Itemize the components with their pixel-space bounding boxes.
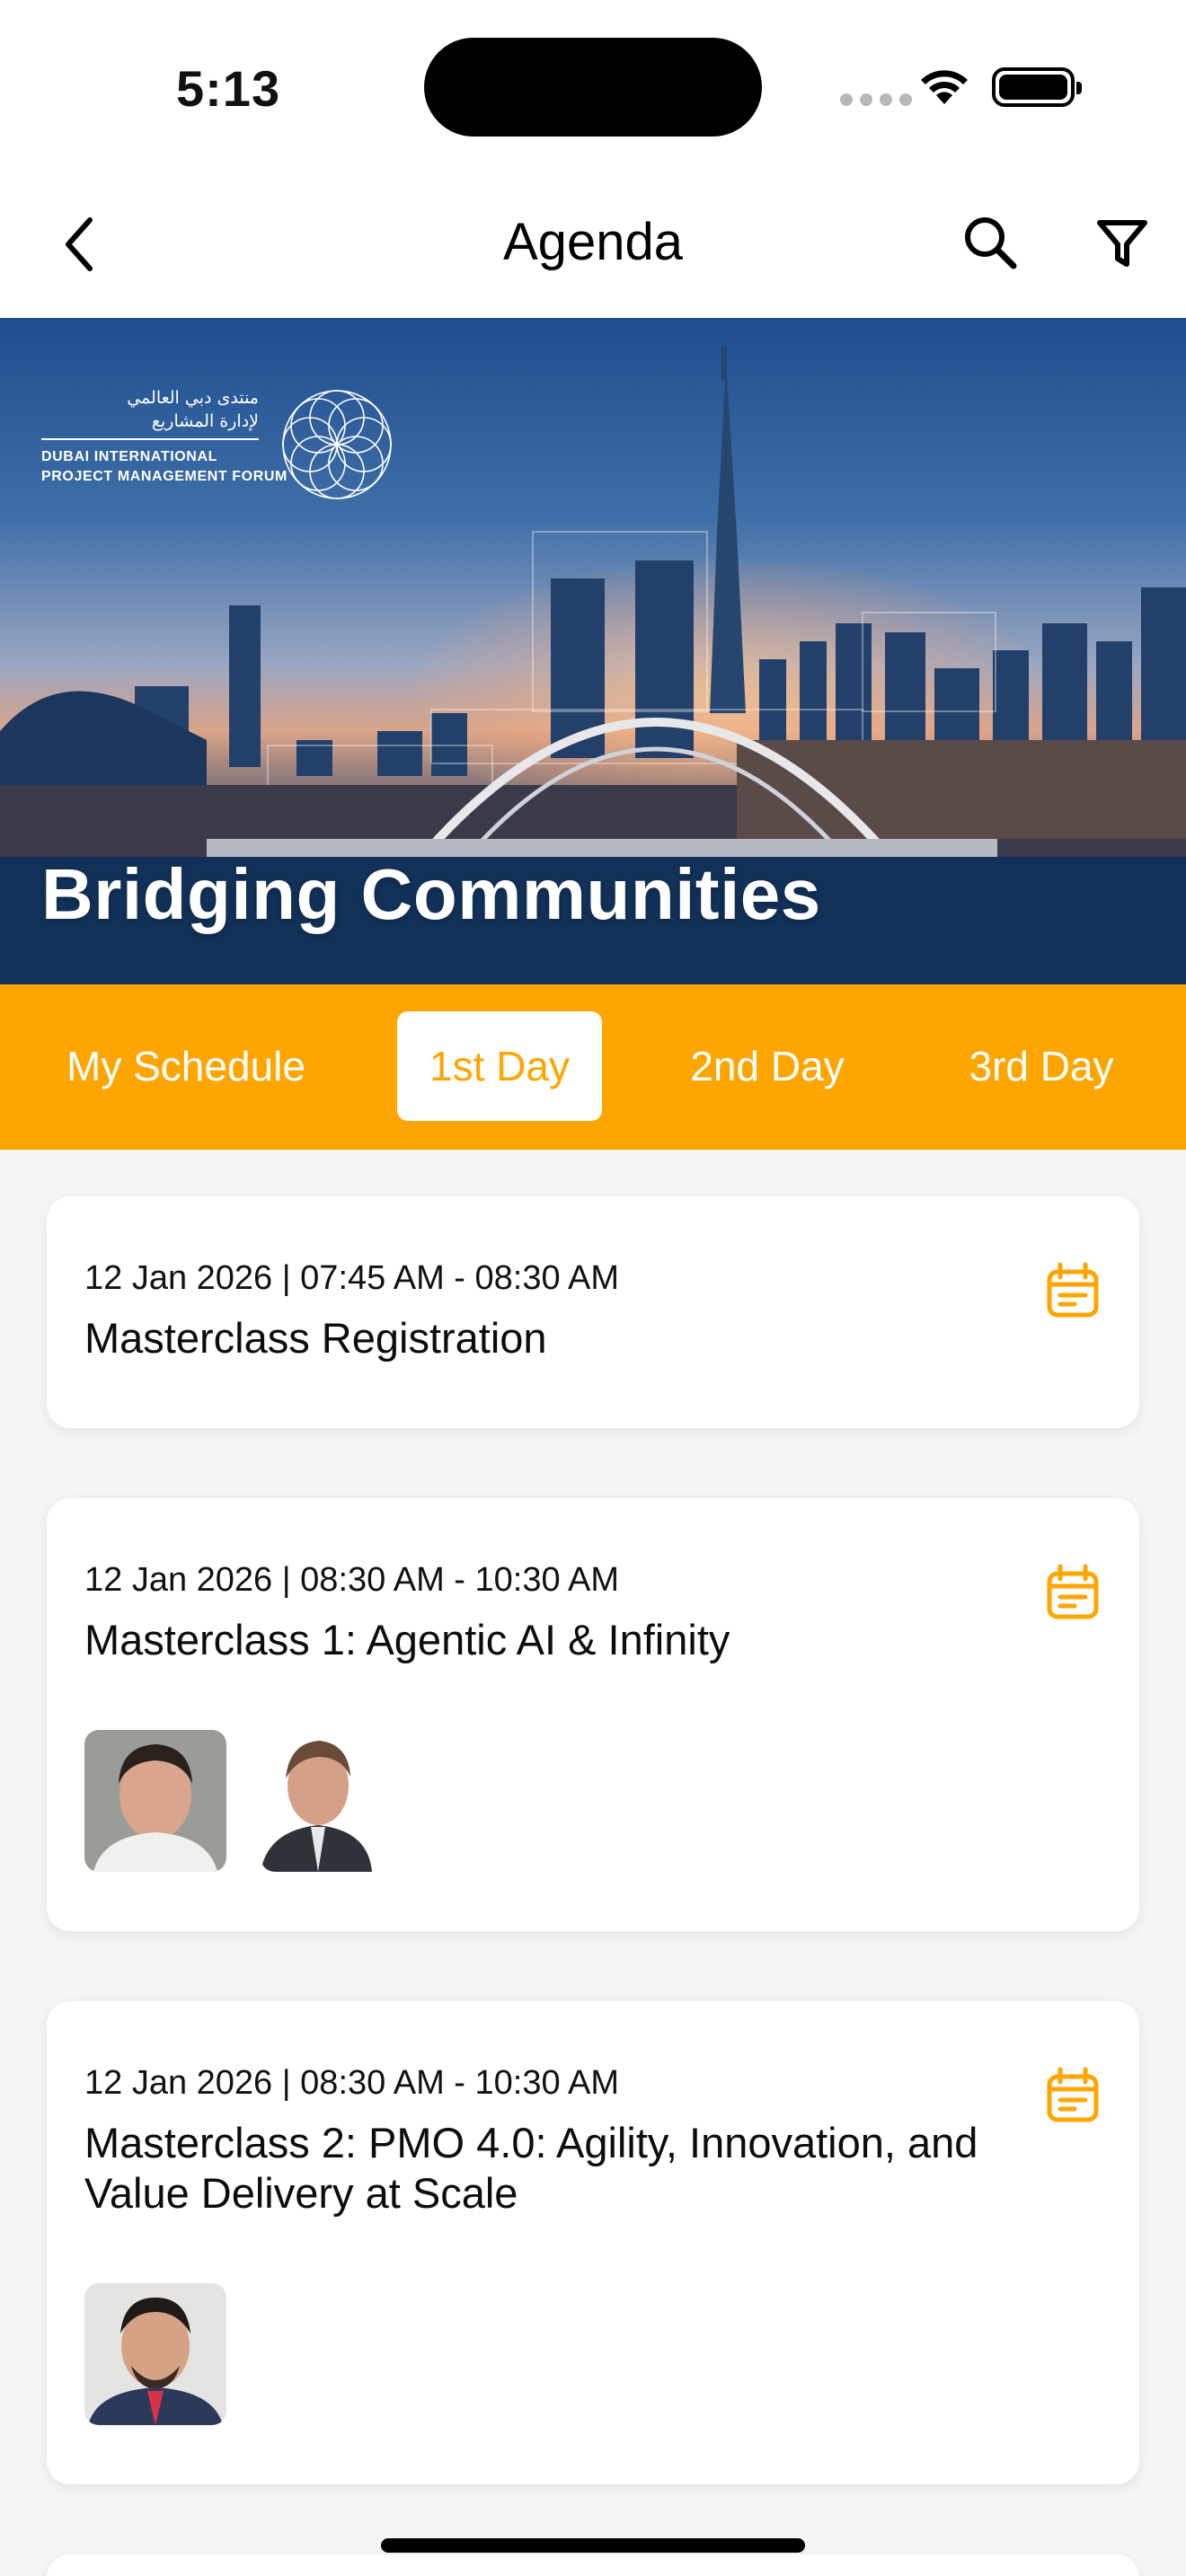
- calendar-icon: [1047, 1262, 1099, 1318]
- speaker-photo[interactable]: [84, 2283, 226, 2425]
- tab-3rd-day[interactable]: 3rd Day: [938, 1011, 1145, 1121]
- calendar-icon: [1047, 2067, 1099, 2122]
- filter-icon: [1097, 220, 1147, 267]
- search-icon: [965, 217, 1017, 269]
- battery-icon: [992, 67, 1082, 107]
- cellular-signal-icon: [840, 93, 912, 106]
- session-time: 12 Jan 2026 | 07:45 AM - 08:30 AM: [84, 1259, 620, 1297]
- day-tab-bar: My Schedule 1st Day 2nd Day 3rd Day: [0, 984, 1186, 1150]
- filter-button[interactable]: [1091, 212, 1154, 275]
- status-time: 5:13: [176, 60, 281, 117]
- logo-arabic-text: منتدى دبي العالمي لإدارة المشاريع: [127, 388, 259, 431]
- add-to-calendar-button[interactable]: [1044, 1563, 1102, 1622]
- tab-my-schedule[interactable]: My Schedule: [40, 1011, 332, 1121]
- session-card[interactable]: 12 Jan 2026 | 08:30 AM - 10:30 AM Master…: [47, 2001, 1139, 2484]
- session-card[interactable]: 12 Jan 2026 | 08:30 AM - 10:30 AM Master…: [47, 1498, 1139, 1931]
- session-card[interactable]: [47, 2554, 1139, 2576]
- logo-english-text: DUBAI INTERNATIONAL PROJECT MANAGEMENT F…: [41, 449, 288, 484]
- banner-title: Bridging Communities: [41, 854, 821, 934]
- tab-1st-day[interactable]: 1st Day: [397, 1011, 602, 1121]
- home-indicator: [381, 2538, 805, 2553]
- dynamic-island: [424, 38, 762, 137]
- session-time: 12 Jan 2026 | 08:30 AM - 10:30 AM: [84, 2064, 620, 2102]
- session-title: Masterclass Registration: [84, 1314, 547, 1362]
- session-time: 12 Jan 2026 | 08:30 AM - 10:30 AM: [84, 1561, 620, 1599]
- status-bar: 5:13: [0, 0, 1186, 171]
- session-card[interactable]: 12 Jan 2026 | 07:45 AM - 08:30 AM Master…: [47, 1196, 1139, 1428]
- session-title: Masterclass 1: Agentic AI & Infinity: [84, 1616, 730, 1663]
- speaker-photo[interactable]: [84, 1730, 226, 1872]
- calendar-icon: [1047, 1564, 1099, 1619]
- event-banner: منتدى دبي العالمي لإدارة المشاريع DUBAI …: [0, 318, 1186, 984]
- add-to-calendar-button[interactable]: [1044, 2066, 1102, 2125]
- forum-logo: منتدى دبي العالمي لإدارة المشاريع DUBAI …: [40, 386, 417, 512]
- search-button[interactable]: [960, 212, 1022, 275]
- speaker-photo[interactable]: [261, 1730, 403, 1872]
- app-header: Agenda: [0, 171, 1186, 318]
- session-title: Masterclass 2: PMO 4.0: Agility, Innovat…: [84, 2119, 978, 2217]
- tab-2nd-day[interactable]: 2nd Day: [667, 1011, 868, 1121]
- add-to-calendar-button[interactable]: [1044, 1261, 1102, 1320]
- wifi-icon: [921, 70, 968, 104]
- forum-emblem-icon: [282, 390, 392, 499]
